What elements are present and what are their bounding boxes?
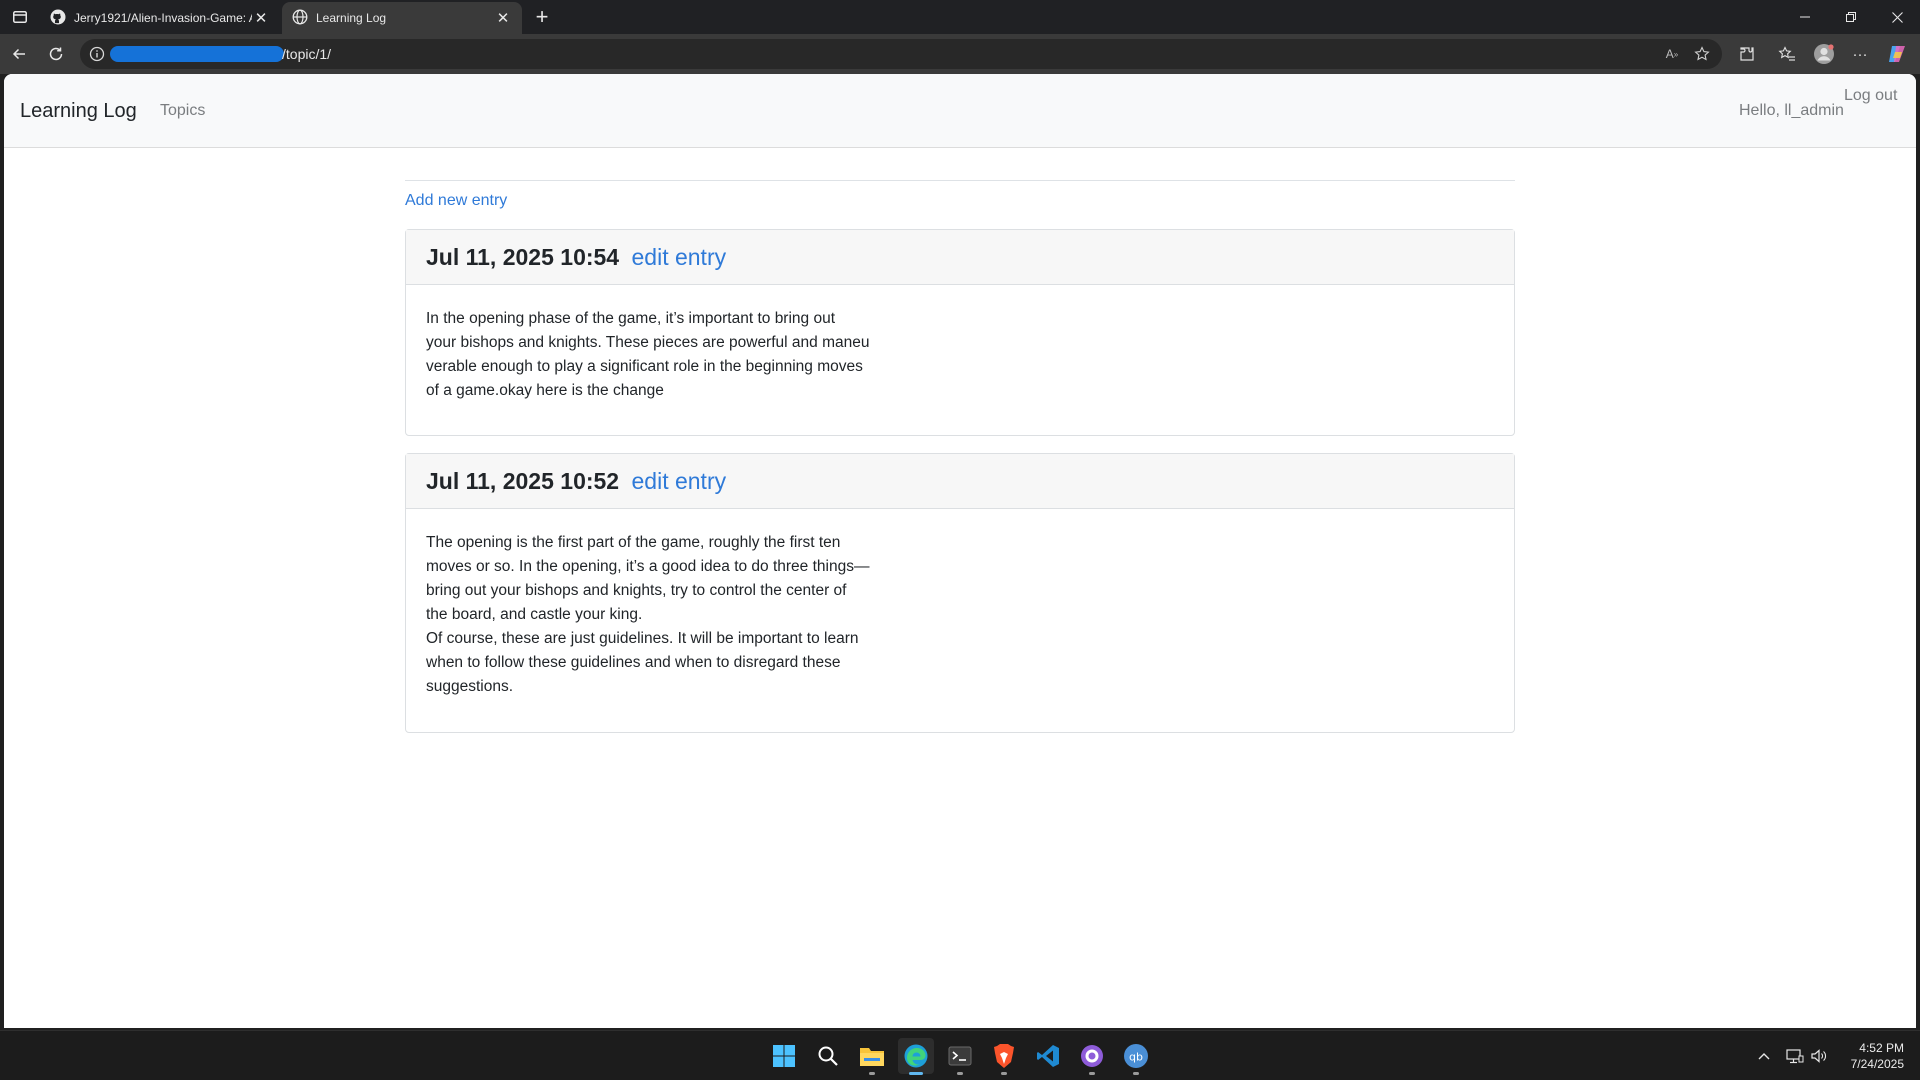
entry-text-line: your bishops and knights. These pieces a… — [426, 334, 870, 351]
github-icon — [50, 9, 66, 28]
add-new-entry-link[interactable]: Add new entry — [405, 192, 507, 210]
entry-text-line: when to follow these guidelines and when… — [426, 654, 841, 671]
entry-text-line: bring out your bishops and knights, try … — [426, 582, 847, 599]
running-indicator — [909, 1072, 923, 1075]
brave-browser-icon[interactable] — [986, 1038, 1022, 1075]
redacted-host — [110, 46, 284, 62]
svg-text:qb: qb — [1129, 1051, 1143, 1064]
site-brand-link[interactable]: Learning Log — [20, 100, 137, 123]
content-divider — [405, 180, 1515, 181]
network-icon[interactable] — [1785, 1046, 1805, 1066]
windows-taskbar: qb 4:52 PM 7/24/2025 — [0, 1030, 1920, 1080]
entry-card: Jul 11, 2025 10:52 edit entry The openin… — [405, 453, 1515, 733]
running-indicator — [869, 1072, 875, 1075]
tab-title: Jerry1921/Alien-Invasion-Game: A — [74, 11, 252, 25]
site-info-icon[interactable] — [88, 45, 106, 63]
browser-toolbar: /topic/1/ A» ··· — [0, 34, 1920, 74]
nav-topics-link[interactable]: Topics — [160, 102, 205, 120]
entry-body: The opening is the first part of the gam… — [406, 509, 1514, 699]
new-tab-icon[interactable]: + — [530, 4, 554, 29]
favorite-star-icon[interactable] — [1692, 44, 1712, 64]
extensions-icon[interactable] — [1736, 43, 1758, 65]
entry-header: Jul 11, 2025 10:54 edit entry — [406, 230, 1514, 285]
minimize-icon[interactable] — [1782, 0, 1828, 34]
entry-text-line: In the opening phase of the game, it’s i… — [426, 310, 836, 327]
qbittorrent-icon[interactable]: qb — [1118, 1038, 1154, 1075]
user-greeting: Hello, ll_admin — [1739, 102, 1844, 119]
system-clock[interactable]: 4:52 PM 7/24/2025 — [1838, 1040, 1904, 1072]
entry-text-line: moves or so. In the opening, it’s a good… — [426, 558, 870, 575]
favorites-icon[interactable] — [1776, 43, 1798, 65]
tab-title: Learning Log — [316, 11, 387, 25]
tab-learning-log[interactable]: Learning Log ✕ — [282, 2, 522, 34]
entry-timestamp: Jul 11, 2025 10:54 — [426, 244, 620, 270]
browser-tab-bar: Jerry1921/Alien-Invasion-Game: A ✕ Learn… — [0, 0, 1920, 34]
address-bar[interactable]: /topic/1/ A» — [80, 39, 1722, 69]
more-menu-icon[interactable]: ··· — [1849, 43, 1871, 65]
windows-start-icon[interactable] — [766, 1038, 802, 1074]
search-icon[interactable] — [810, 1038, 846, 1074]
entry-header: Jul 11, 2025 10:52 edit entry — [406, 454, 1514, 509]
show-hidden-icons-icon[interactable] — [1754, 1046, 1774, 1066]
entry-text-line: Of course, these are just guidelines. It… — [426, 630, 859, 647]
clock-time: 4:52 PM — [1859, 1041, 1904, 1055]
volume-icon[interactable] — [1809, 1046, 1829, 1066]
tab-actions-icon[interactable] — [8, 7, 32, 27]
file-explorer-icon[interactable] — [854, 1038, 890, 1075]
restore-icon[interactable] — [1828, 0, 1874, 34]
edit-entry-link[interactable]: edit entry — [632, 244, 727, 270]
tab-close-icon[interactable]: ✕ — [494, 9, 512, 27]
entry-text-line: The opening is the first part of the gam… — [426, 534, 841, 551]
entry-body: In the opening phase of the game, it’s i… — [406, 285, 1514, 403]
page-viewport: Learning Log Topics Hello, ll_admin Log … — [4, 74, 1916, 1028]
tab-github-repo[interactable]: Jerry1921/Alien-Invasion-Game: A ✕ — [40, 2, 280, 34]
copilot-icon[interactable] — [1886, 43, 1908, 65]
tab-close-icon[interactable]: ✕ — [252, 9, 270, 27]
edge-browser-icon[interactable] — [898, 1038, 934, 1075]
address-url: /topic/1/ — [282, 46, 332, 62]
globe-icon — [292, 9, 308, 28]
refresh-icon[interactable] — [44, 42, 68, 66]
running-indicator — [1089, 1072, 1095, 1075]
running-indicator — [1133, 1072, 1139, 1075]
terminal-icon[interactable] — [942, 1038, 978, 1075]
entry-text-line: verable enough to play a significant rol… — [426, 358, 863, 375]
back-icon[interactable] — [7, 42, 31, 66]
running-indicator — [957, 1072, 963, 1075]
entry-text-line: of a game.okay here is the change — [426, 382, 664, 399]
entry-timestamp: Jul 11, 2025 10:52 — [426, 468, 620, 494]
close-window-icon[interactable] — [1874, 0, 1920, 34]
running-indicator — [1001, 1072, 1007, 1075]
github-desktop-icon[interactable] — [1074, 1038, 1110, 1075]
site-navbar: Learning Log Topics Hello, ll_admin Log … — [4, 74, 1916, 148]
logout-button[interactable]: Log out — [1844, 87, 1897, 105]
entry-card: Jul 11, 2025 10:54 edit entry In the ope… — [405, 229, 1515, 436]
clock-date: 7/24/2025 — [1850, 1057, 1904, 1071]
profile-avatar[interactable] — [1813, 43, 1835, 65]
edit-entry-link[interactable]: edit entry — [632, 468, 727, 494]
entry-text-line: the board, and castle your king. — [426, 606, 643, 623]
read-aloud-icon[interactable]: A» — [1662, 44, 1682, 64]
entry-text-line: suggestions. — [426, 678, 514, 695]
vscode-icon[interactable] — [1030, 1038, 1066, 1074]
